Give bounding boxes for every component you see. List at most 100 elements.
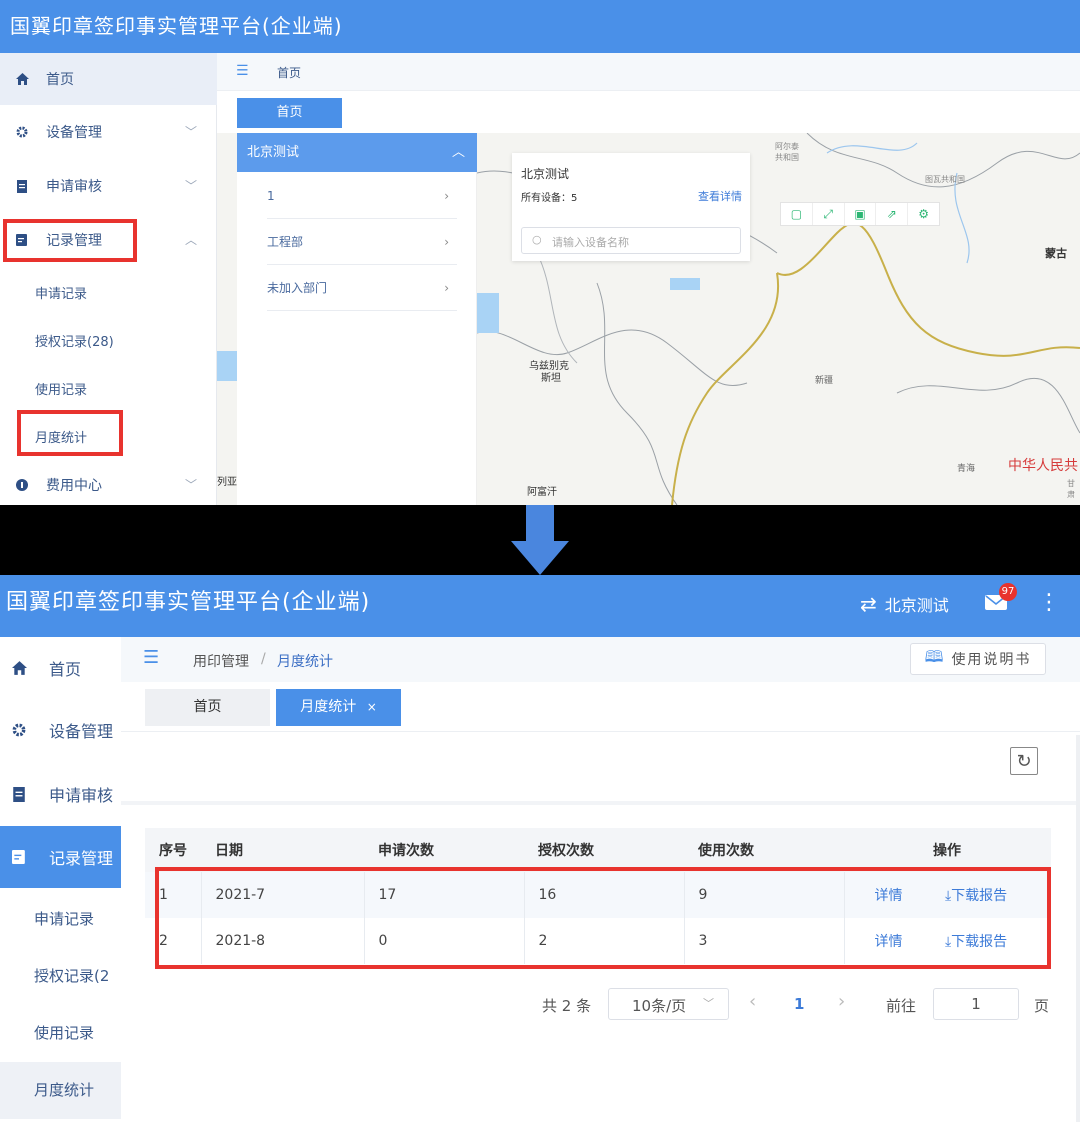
- highlight-box-records: [3, 219, 137, 262]
- refresh-icon[interactable]: ↻: [1010, 747, 1038, 775]
- fullscreen-icon[interactable]: ⤢: [813, 203, 845, 225]
- column-header: 序号: [145, 828, 201, 872]
- device-search-input[interactable]: ○ 请输入设备名称: [521, 227, 741, 254]
- map-label: 阿尔泰: [775, 142, 799, 151]
- sidebar-item-label: 首页: [49, 660, 82, 679]
- goto-label: 前往: [886, 997, 917, 1015]
- map-label: 斯坦: [541, 373, 561, 384]
- chevron-up-icon: ︿: [184, 233, 197, 247]
- goto-page-input[interactable]: 1: [933, 988, 1019, 1020]
- column-header: 日期: [201, 828, 364, 872]
- table-header-row: 序号 日期 申请次数 授权次数 使用次数 操作: [145, 828, 1051, 872]
- column-header: 操作: [844, 828, 1051, 872]
- chevron-down-icon: ﹀: [184, 125, 197, 139]
- sidebar-item-label: 申请审核: [46, 179, 102, 195]
- map-label: 甘肃: [1067, 479, 1075, 499]
- home-icon: [14, 71, 30, 87]
- fit-icon[interactable]: ▢: [781, 203, 813, 225]
- sidebar-item-fee[interactable]: 费用中心 ﹀: [0, 459, 217, 505]
- department-row[interactable]: 未加入部门 ›: [267, 265, 457, 311]
- tab-home[interactable]: 首页: [237, 98, 342, 128]
- sidebar-subitem-apply-records[interactable]: 申请记录: [0, 891, 121, 948]
- map-label: 阿富汗: [527, 487, 557, 498]
- main-area: ☰ 首页 首页 列亚 北京测试 ︿ 1 › 工程部 › 未加入部门 › 蒙古 乌…: [217, 53, 1080, 505]
- map-left-strip: 列亚: [217, 133, 237, 505]
- swap-icon: ⇄: [860, 592, 877, 616]
- department-row[interactable]: 1 ›: [267, 173, 457, 219]
- user-manual-button[interactable]: 🕮 使用说明书: [910, 643, 1046, 675]
- breadcrumb-item: 首页: [277, 66, 302, 80]
- sidebar-item-home[interactable]: 首页: [0, 53, 217, 105]
- tab-bar: 首页 月度统计 ×: [121, 682, 1080, 732]
- notification-badge: 97: [999, 583, 1017, 601]
- record-icon: [11, 850, 27, 864]
- org-switcher[interactable]: ⇄ 北京测试: [860, 592, 949, 616]
- sidebar-item-device[interactable]: 设备管理 ﹀: [0, 106, 217, 158]
- popup-device-count: 所有设备：5: [521, 193, 578, 204]
- mail-button[interactable]: 97: [985, 583, 1017, 615]
- chevron-up-icon: ︿: [451, 145, 465, 160]
- breadcrumb-parent[interactable]: 用印管理: [193, 651, 249, 671]
- page-size-value: 10条/页: [632, 997, 687, 1015]
- sidebar-item-device[interactable]: 设备管理: [0, 699, 121, 761]
- sidebar-item-home[interactable]: 首页: [0, 637, 121, 699]
- toolbar: ↻: [121, 732, 1080, 805]
- book-icon: 🕮: [924, 646, 946, 666]
- chevron-down-icon: ﹀: [184, 179, 197, 193]
- department-row[interactable]: 工程部 ›: [267, 219, 457, 265]
- tab-label: 月度统计: [300, 699, 357, 715]
- column-header: 授权次数: [524, 828, 684, 872]
- column-header: 申请次数: [364, 828, 524, 872]
- save-icon[interactable]: ▣: [845, 203, 877, 225]
- app-title: 国翼印章签印事实管理平台(企业端): [0, 0, 1080, 53]
- search-placeholder: 请输入设备名称: [552, 236, 629, 249]
- device-popup: 北京测试 所有设备：5 查看详情 ○ 请输入设备名称: [512, 153, 750, 261]
- menu-toggle-icon[interactable]: ☰: [143, 647, 159, 668]
- sidebar-item-apply[interactable]: 申请审核: [0, 763, 121, 825]
- map-label: 共和国: [775, 153, 799, 162]
- department-panel: 北京测试 ︿ 1 › 工程部 › 未加入部门 ›: [237, 133, 477, 505]
- sidebar-item-label: 记录管理: [49, 849, 114, 868]
- chevron-right-icon: ›: [444, 189, 449, 203]
- main-area: ☰ 用印管理 / 月度统计 🕮 使用说明书 首页 月度统计 × ↻ 序号 日期 …: [121, 637, 1080, 1122]
- breadcrumb-current: 月度统计: [277, 654, 333, 670]
- document-icon: [14, 178, 30, 194]
- highlight-box-monthly: [17, 410, 123, 456]
- tab-monthly-stats[interactable]: 月度统计 ×: [276, 689, 401, 726]
- more-menu-icon[interactable]: ⋮: [1038, 589, 1060, 617]
- page-size-select[interactable]: 10条/页 ﹀: [608, 988, 729, 1020]
- sidebar-item-apply[interactable]: 申请审核 ﹀: [0, 160, 217, 212]
- sidebar-subitem-apply-records[interactable]: 申请记录: [35, 283, 87, 302]
- department-row-label: 1: [267, 189, 275, 203]
- department-header[interactable]: 北京测试 ︿: [237, 133, 477, 172]
- sidebar-item-records[interactable]: 记录管理: [0, 826, 121, 888]
- current-page[interactable]: 1: [794, 995, 804, 1013]
- sidebar-item-label: 费用中心: [46, 478, 102, 494]
- breadcrumb: ☰ 首页: [217, 53, 1080, 91]
- pagination-total: 共 2 条: [542, 997, 592, 1015]
- prev-page-button[interactable]: ‹: [749, 991, 756, 1012]
- document-icon: [11, 786, 27, 802]
- menu-toggle-icon[interactable]: ☰: [236, 63, 249, 79]
- view-details-link[interactable]: 查看详情: [698, 188, 742, 204]
- sidebar-subitem-auth-records[interactable]: 授权记录(2: [0, 948, 121, 1005]
- settings-icon[interactable]: ⚙: [908, 203, 939, 225]
- map-label: 列亚: [217, 477, 237, 488]
- sidebar-item-label: 设备管理: [49, 722, 114, 741]
- tab-home[interactable]: 首页: [145, 689, 270, 726]
- breadcrumb: ☰ 用印管理 / 月度统计 🕮 使用说明书: [121, 637, 1080, 682]
- scrollbar[interactable]: [1076, 735, 1080, 1122]
- down-arrow-icon: [511, 505, 569, 575]
- sidebar-subitem-auth-records[interactable]: 授权记录(28): [35, 331, 114, 350]
- chevron-down-icon: ﹀: [703, 997, 714, 1010]
- next-page-button[interactable]: ›: [838, 991, 845, 1012]
- sidebar-subitem-monthly-stats[interactable]: 月度统计: [0, 1062, 121, 1119]
- tab-close-icon[interactable]: ×: [367, 700, 377, 714]
- chevron-right-icon: ›: [444, 281, 449, 295]
- app-header: 国翼印章签印事实管理平台(企业端) ⇄ 北京测试 97 ⋮: [0, 575, 1080, 637]
- user-manual-label: 使用说明书: [951, 652, 1032, 668]
- map-label: 蒙古: [1045, 247, 1067, 260]
- share-icon[interactable]: ⇗: [876, 203, 909, 225]
- sidebar-subitem-usage-records[interactable]: 使用记录: [35, 379, 87, 398]
- sidebar-subitem-usage-records[interactable]: 使用记录: [0, 1005, 121, 1062]
